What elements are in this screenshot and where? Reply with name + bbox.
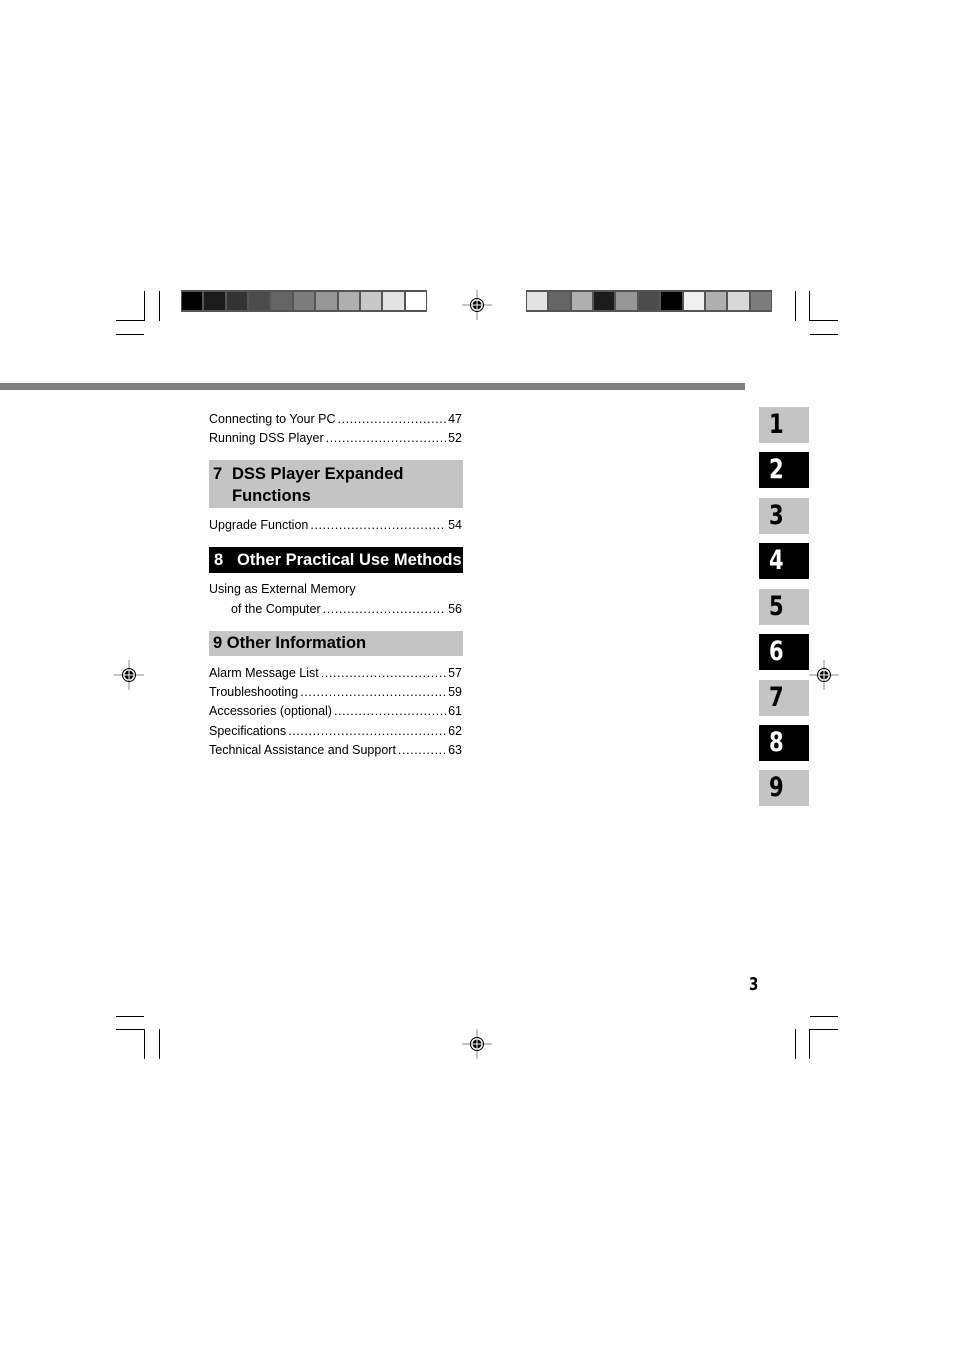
chapter-tab-6[interactable]: 6 [759, 634, 809, 670]
chapter-tab-4[interactable]: 4 [759, 543, 809, 579]
section-number: 7 [213, 465, 223, 483]
leader-dots [326, 430, 446, 447]
toc-entry-page: 57 [448, 666, 462, 680]
leader-dots [321, 665, 446, 682]
registration-target-icon [114, 660, 144, 690]
header-rule [0, 383, 745, 390]
section-heading-7[interactable]: 7 DSS Player Expanded Functions [209, 460, 463, 508]
toc-entry-title-line1[interactable]: Using as External Memory [209, 581, 356, 598]
chapter-tab-label: 7 [769, 682, 784, 713]
color-swatch [638, 292, 660, 310]
toc-entry-page: 56 [448, 602, 462, 616]
leader-dots [398, 742, 446, 759]
leader-dots [337, 411, 446, 428]
color-swatch [750, 292, 771, 310]
color-swatch [728, 292, 749, 310]
leader-dots [323, 601, 446, 618]
chapter-tab-9[interactable]: 9 [759, 770, 809, 806]
toc-entry-title: Specifications [209, 724, 287, 738]
toc-entry-title: Running DSS Player [209, 431, 324, 445]
color-swatch [405, 292, 426, 310]
chapter-tab-label: 2 [769, 454, 784, 485]
chapter-tab-1[interactable]: 1 [759, 407, 809, 443]
chapter-tab-label: 4 [769, 545, 784, 576]
toc-entry-page: 62 [448, 724, 462, 738]
section-title: Other Information [226, 634, 367, 652]
toc-entry-title: Alarm Message List [209, 666, 319, 680]
chapter-tab-label: 6 [769, 636, 784, 667]
toc-entry-title: Troubleshooting [209, 685, 299, 699]
toc-entry-page: 54 [448, 518, 462, 532]
chapter-tab-5[interactable]: 5 [759, 589, 809, 625]
registration-target-icon [809, 660, 839, 690]
section-title: Other Practical Use Methods [237, 551, 462, 569]
color-swatch [571, 292, 593, 310]
toc-entry-title: Accessories (optional) [209, 704, 332, 718]
chapter-tab-label: 9 [769, 772, 784, 803]
toc-entry[interactable]: Connecting to Your PC 47 [209, 411, 462, 428]
chapter-tab-label: 1 [769, 409, 784, 440]
color-swatch [616, 292, 637, 310]
section-number: 9 [213, 634, 223, 652]
section-title-line1: DSS Player Expanded [232, 465, 404, 483]
chapter-tab-7[interactable]: 7 [759, 680, 809, 716]
section-title-line2: Functions [232, 487, 311, 505]
color-swatch [182, 292, 203, 310]
toc-entry-page: 61 [448, 704, 462, 718]
page-number-text: 3 [749, 974, 759, 995]
leader-dots [300, 684, 446, 701]
color-swatch [249, 292, 270, 310]
color-swatch [383, 292, 404, 310]
toc-entry-page: 52 [448, 431, 462, 445]
leader-dots [334, 703, 446, 720]
color-swatch [683, 292, 704, 310]
toc-entry[interactable]: Running DSS Player 52 [209, 430, 462, 447]
chapter-tab-label: 3 [769, 500, 784, 531]
leader-dots [288, 723, 446, 740]
toc-entry-title: Connecting to Your PC [209, 412, 336, 426]
toc-entry-title: Technical Assistance and Support [209, 743, 396, 757]
toc-entry-page: 63 [448, 743, 462, 757]
toc-entry[interactable]: Upgrade Function 54 [209, 517, 462, 534]
toc-entry-page: 59 [448, 685, 462, 699]
color-calibration-bar-left [181, 290, 427, 312]
toc-entry-page: 47 [448, 412, 462, 426]
chapter-tab-label: 8 [769, 727, 784, 758]
chapter-tab-2[interactable]: 2 [759, 452, 809, 488]
toc-entry[interactable]: Specifications 62 [209, 723, 462, 740]
chapter-tab-8[interactable]: 8 [759, 725, 809, 761]
color-swatch [226, 292, 248, 310]
color-calibration-bar-right [526, 290, 772, 312]
chapter-tab-label: 5 [769, 591, 784, 622]
page-number: 3 [749, 974, 762, 995]
toc-entry[interactable]: Accessories (optional) 61 [209, 703, 462, 720]
color-swatch [527, 292, 548, 310]
color-swatch [594, 292, 615, 310]
toc-entry[interactable]: Technical Assistance and Support 63 [209, 742, 462, 759]
color-swatch [293, 292, 315, 310]
color-swatch [204, 292, 225, 310]
registration-target-icon [462, 290, 492, 320]
leader-dots [310, 517, 446, 534]
section-heading-8[interactable]: 8 Other Practical Use Methods [209, 547, 463, 573]
color-swatch [316, 292, 337, 310]
color-swatch [549, 292, 570, 310]
toc-entry[interactable]: Troubleshooting 59 [209, 684, 462, 701]
color-swatch [271, 292, 292, 310]
section-number: 8 [214, 551, 224, 569]
color-swatch [661, 292, 682, 310]
toc-entry-title: Upgrade Function [209, 518, 309, 532]
toc-entry[interactable]: of the Computer 56 [209, 601, 462, 618]
registration-target-icon [462, 1029, 492, 1059]
color-swatch [705, 292, 727, 310]
color-swatch [338, 292, 359, 310]
section-heading-9[interactable]: 9 Other Information [209, 631, 463, 656]
toc-entry[interactable]: Alarm Message List 57 [209, 665, 462, 682]
color-swatch [360, 292, 382, 310]
chapter-tab-3[interactable]: 3 [759, 498, 809, 534]
toc-entry-title: of the Computer [231, 602, 321, 616]
